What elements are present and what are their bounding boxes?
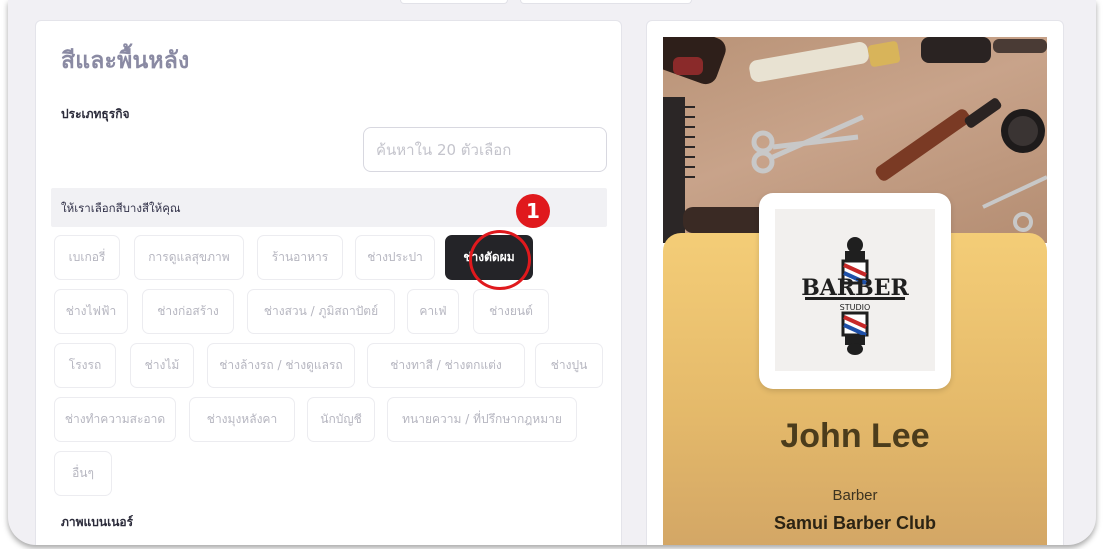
suggest-label: ให้เราเลือกสีบางสีให้คุณ xyxy=(61,201,181,215)
logo-text: BARBER xyxy=(801,275,909,301)
preview-panel: BARBER STUDIO John Lee Barber Samui Barb… xyxy=(646,20,1064,545)
business-card-preview: BARBER STUDIO John Lee Barber Samui Barb… xyxy=(663,37,1047,545)
toolbar-tab-stub[interactable] xyxy=(520,0,692,4)
chip-barber[interactable]: ช่างตัดผม xyxy=(445,235,533,280)
chip-healthcare[interactable]: การดูแลสุขภาพ xyxy=(134,235,244,280)
business-search-input[interactable] xyxy=(363,127,607,172)
toolbar-tab-stub[interactable] xyxy=(400,0,508,4)
business-type-label: ประเภทธุรกิจ xyxy=(61,107,130,121)
chip-bakery[interactable]: เบเกอรี่ xyxy=(54,235,120,280)
barber-logo: BARBER STUDIO xyxy=(775,209,935,371)
chip-accountant[interactable]: นักบัญชี xyxy=(307,397,375,442)
chip-cleaner[interactable]: ช่างทำความสะอาด xyxy=(54,397,176,442)
chip-garage[interactable]: โรงรถ xyxy=(54,343,116,388)
chip-electrician[interactable]: ช่างไฟฟ้า xyxy=(54,289,128,334)
chip-mechanic[interactable]: ช่างยนต์ xyxy=(473,289,549,334)
chip-builder[interactable]: ช่างก่อสร้าง xyxy=(142,289,234,334)
card-company: Samui Barber Club xyxy=(773,513,937,533)
chip-other[interactable]: อื่นๆ xyxy=(54,451,112,496)
chip-painter[interactable]: ช่างทาสี / ช่างตกแต่ง xyxy=(367,343,525,388)
step-number-badge: 1 xyxy=(516,194,550,228)
chip-lawyer[interactable]: ทนายความ / ที่ปรึกษากฎหมาย xyxy=(387,397,577,442)
card-role: Barber xyxy=(832,487,878,504)
app-window: สีและพื้นหลัง ประเภทธุรกิจ ให้เราเลือกสี… xyxy=(8,0,1096,545)
card-name: John Lee xyxy=(780,417,930,455)
chip-restaurant[interactable]: ร้านอาหาร xyxy=(257,235,343,280)
settings-panel: สีและพื้นหลัง ประเภทธุรกิจ ให้เราเลือกสี… xyxy=(35,20,622,545)
chip-mason[interactable]: ช่างปูน xyxy=(535,343,603,388)
chip-roofer[interactable]: ช่างมุงหลังคา xyxy=(189,397,295,442)
logo-container[interactable]: BARBER STUDIO xyxy=(759,193,951,389)
chip-plumber[interactable]: ช่างประปา xyxy=(355,235,435,280)
chip-carpenter[interactable]: ช่างไม้ xyxy=(130,343,194,388)
banner-image-label: ภาพแบนเนอร์ xyxy=(61,515,134,529)
logo-subtext: STUDIO xyxy=(840,303,871,312)
chip-landscaper[interactable]: ช่างสวน / ภูมิสถาปัตย์ xyxy=(247,289,395,334)
chip-car-wash[interactable]: ช่างล้างรถ / ช่างดูแลรถ xyxy=(207,343,355,388)
section-title: สีและพื้นหลัง xyxy=(61,48,190,74)
barber-pole-icon: BARBER STUDIO xyxy=(801,237,910,355)
chip-cafe[interactable]: คาเฟ่ xyxy=(407,289,459,334)
